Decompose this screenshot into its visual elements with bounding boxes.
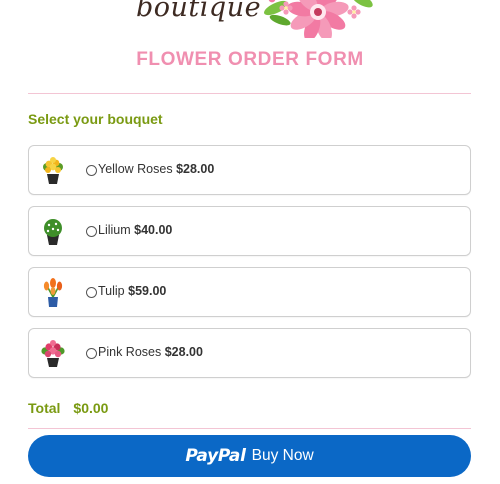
bouquet-option-lilium[interactable]: Lilium $40.00: [28, 206, 471, 256]
tulip-radio[interactable]: [86, 287, 97, 298]
bouquet-option-tulip[interactable]: Tulip $59.00: [28, 267, 471, 317]
total-value: $0.00: [73, 400, 109, 416]
lilium-bouquet-icon: [44, 219, 62, 245]
yellow-roses-bouquet-icon: [43, 157, 63, 184]
paypal-buy-now-button[interactable]: PayPal Buy Now: [28, 435, 471, 477]
pink-roses-radio[interactable]: [86, 348, 97, 359]
tulip-bouquet-icon: [43, 278, 63, 307]
top-divider: [28, 93, 471, 94]
paypal-logo: PayPal: [185, 446, 246, 466]
yellow-roses-label: Yellow Roses $28.00: [98, 162, 215, 176]
brand-header: boutique: [0, 0, 500, 40]
tulip-label: Tulip $59.00: [98, 284, 167, 298]
bouquet-option-yellow-roses[interactable]: Yellow Roses $28.00: [28, 145, 471, 195]
bouquet-option-pink-roses[interactable]: Pink Roses $28.00: [28, 328, 471, 378]
brand-logo-text: boutique: [136, 0, 262, 23]
yellow-roses-radio[interactable]: [86, 165, 97, 176]
total-row: Total $0.00: [28, 400, 108, 416]
total-label: Total: [28, 400, 61, 416]
pink-roses-label: Pink Roses $28.00: [98, 345, 203, 359]
flower-logo-icon: [264, 0, 373, 38]
select-bouquet-label: Select your bouquet: [28, 111, 163, 127]
lilium-label: Lilium $40.00: [98, 223, 173, 237]
lilium-radio[interactable]: [86, 226, 97, 237]
bottom-divider: [28, 428, 471, 429]
pink-roses-bouquet-icon: [41, 340, 65, 367]
form-title: FLOWER ORDER FORM: [136, 49, 364, 70]
buy-now-label: Buy Now: [251, 447, 314, 464]
